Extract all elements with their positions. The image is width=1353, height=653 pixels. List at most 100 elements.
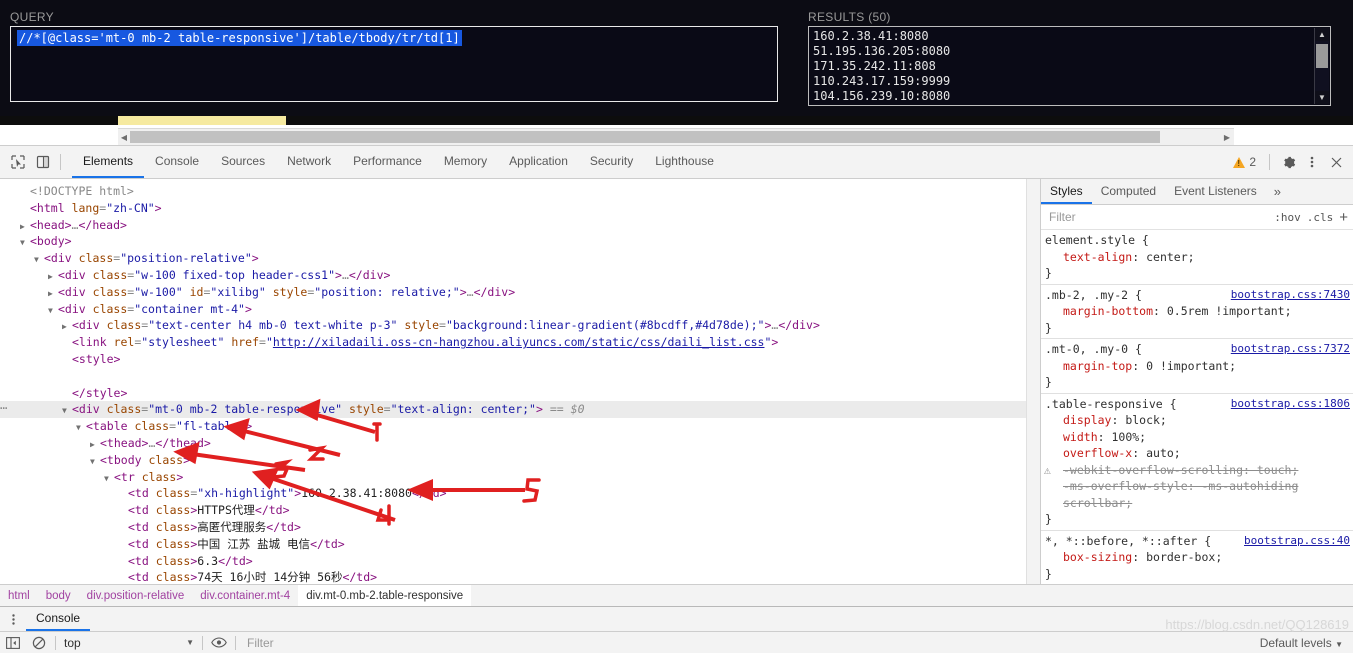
css-declaration[interactable]: width: 100%; — [1045, 429, 1353, 446]
css-source-link[interactable]: bootstrap.css:40 — [1244, 533, 1350, 550]
tab-console[interactable]: Console — [144, 146, 210, 178]
gear-icon[interactable] — [1277, 150, 1299, 174]
tab-network[interactable]: Network — [276, 146, 342, 178]
node-badge[interactable]: ⋯ — [0, 400, 8, 417]
dom-node[interactable]: <td class>6.3</td> — [0, 553, 1026, 570]
dom-node[interactable]: <thead>…</thead> — [0, 435, 1026, 452]
dom-node-selected[interactable]: ⋯<div class="mt-0 mb-2 table-responsive"… — [0, 401, 1026, 418]
dom-node[interactable]: <table class="fl-table"> — [0, 418, 1026, 435]
css-selector[interactable]: .mt-0, .my-0 { — [1045, 342, 1142, 356]
warning-count-chip[interactable]: 2 — [1227, 155, 1262, 169]
css-selector[interactable]: *, *::before, *::after { — [1045, 534, 1211, 548]
scroll-left-icon[interactable]: ◀ — [118, 129, 130, 145]
tab-security[interactable]: Security — [579, 146, 644, 178]
dom-node[interactable]: <tbody class> — [0, 452, 1026, 469]
dom-node[interactable]: <div class="position-relative"> — [0, 250, 1026, 267]
chevron-double-right-icon[interactable]: » — [1266, 179, 1289, 204]
breadcrumb-item-2[interactable]: div.position-relative — [79, 585, 193, 606]
css-declaration[interactable]: ⚠-webkit-overflow-scrolling: touch; — [1045, 462, 1353, 479]
css-declaration[interactable]: -ms-overflow-style: -ms-autohiding scrol… — [1045, 478, 1353, 511]
panel-splitter[interactable] — [1026, 179, 1041, 584]
tab-styles[interactable]: Styles — [1041, 179, 1092, 204]
dom-node[interactable]: <td class>高匿代理服务</td> — [0, 519, 1026, 536]
results-scrollbar-thumb[interactable] — [1316, 44, 1328, 68]
results-scrollbar[interactable]: ▲ ▼ — [1314, 28, 1329, 104]
css-rule[interactable]: .mt-0, .my-0 { bootstrap.css:7372margin-t… — [1041, 339, 1353, 394]
dom-node[interactable]: <!DOCTYPE html> — [0, 183, 1026, 200]
scroll-right-icon[interactable]: ▶ — [1220, 129, 1234, 145]
kebab-menu-icon[interactable] — [1301, 150, 1323, 174]
chevron-down-icon: ▼ — [186, 638, 194, 647]
dom-node[interactable]: <td class="xh-highlight">160.2.38.41:808… — [0, 485, 1026, 502]
dom-node[interactable]: <style> — [0, 351, 1026, 368]
breadcrumb-item-1[interactable]: body — [38, 585, 79, 606]
dom-node[interactable]: <html lang="zh-CN"> — [0, 200, 1026, 217]
dom-node[interactable]: <div class="w-100" id="xilibg" style="po… — [0, 284, 1026, 301]
tab-lighthouse[interactable]: Lighthouse — [644, 146, 725, 178]
breadcrumb: htmlbodydiv.position-relativediv.contain… — [0, 584, 1353, 606]
styles-filter-input[interactable] — [1047, 209, 1268, 225]
console-context-selector[interactable]: top ▼ — [59, 632, 199, 653]
results-list[interactable]: 160.2.38.41:8080 51.195.136.205:8080 171… — [808, 26, 1331, 106]
query-input[interactable]: //*[@class='mt-0 mb-2 table-responsive']… — [10, 26, 778, 102]
tab-application[interactable]: Application — [498, 146, 579, 178]
dom-node[interactable]: <head>…</head> — [0, 217, 1026, 234]
css-rule[interactable]: .mb-2, .my-2 { bootstrap.css:7430margin-b… — [1041, 285, 1353, 340]
breadcrumb-item-4[interactable]: div.mt-0.mb-2.table-responsive — [298, 585, 471, 606]
clear-console-icon[interactable] — [26, 632, 52, 653]
dom-node[interactable]: <div class="text-center h4 mb-0 text-whi… — [0, 317, 1026, 334]
css-declaration[interactable]: text-align: center; — [1045, 249, 1353, 266]
inspect-element-icon[interactable] — [9, 153, 27, 171]
tab-elements[interactable]: Elements — [72, 146, 144, 178]
dom-node[interactable]: <body> — [0, 233, 1026, 250]
breadcrumb-item-0[interactable]: html — [0, 585, 38, 606]
dom-node[interactable] — [0, 368, 1026, 385]
dom-node[interactable]: <div class="w-100 fixed-top header-css1"… — [0, 267, 1026, 284]
drawer-tab-console[interactable]: Console — [26, 607, 90, 631]
dom-node[interactable]: <td class>HTTPS代理</td> — [0, 502, 1026, 519]
css-declaration[interactable]: margin-bottom: 0.5rem !important; — [1045, 303, 1353, 320]
css-rule[interactable]: element.style {text-align: center;} — [1041, 230, 1353, 285]
console-levels-selector[interactable]: Default levels ▼ — [1260, 636, 1353, 650]
console-sidebar-icon[interactable] — [0, 632, 26, 653]
css-declaration[interactable]: margin-top: 0 !important; — [1045, 358, 1353, 375]
tab-memory[interactable]: Memory — [433, 146, 498, 178]
css-rule[interactable]: *, *::before, *::after { bootstrap.css:40… — [1041, 531, 1353, 585]
close-icon[interactable] — [1325, 150, 1347, 174]
new-style-rule-button[interactable]: + — [1339, 210, 1348, 225]
css-selector[interactable]: .mb-2, .my-2 { — [1045, 288, 1142, 302]
dom-node[interactable]: <td class>74天 16小时 14分钟 56秒</td> — [0, 569, 1026, 584]
dom-node[interactable]: <div class="container mt-4"> — [0, 301, 1026, 318]
css-rule[interactable]: .table-responsive { bootstrap.css:1806dis… — [1041, 394, 1353, 531]
scroll-up-icon[interactable]: ▲ — [1315, 28, 1329, 41]
tab-computed[interactable]: Computed — [1092, 179, 1165, 204]
css-declaration[interactable]: overflow-x: auto; — [1045, 445, 1353, 462]
drawer-kebab-menu-icon[interactable] — [0, 607, 26, 631]
scroll-down-icon[interactable]: ▼ — [1315, 91, 1329, 104]
css-source-link[interactable]: bootstrap.css:7430 — [1231, 287, 1350, 304]
tab-event-listeners[interactable]: Event Listeners — [1165, 179, 1266, 204]
cls-toggle[interactable]: .cls — [1307, 211, 1334, 224]
tab-performance[interactable]: Performance — [342, 146, 433, 178]
css-selector[interactable]: element.style { — [1045, 233, 1149, 247]
tab-sources[interactable]: Sources — [210, 146, 276, 178]
page-horizontal-scrollbar[interactable]: ◀ ▶ — [118, 128, 1234, 145]
device-toolbar-icon[interactable] — [34, 153, 52, 171]
dom-node[interactable]: <tr class> — [0, 469, 1026, 486]
dom-node[interactable]: </style> — [0, 385, 1026, 402]
console-filter-input[interactable]: Filter — [239, 636, 1260, 650]
css-selector[interactable]: .table-responsive { — [1045, 397, 1177, 411]
css-declaration[interactable]: display: block; — [1045, 412, 1353, 429]
dom-tree[interactable]: <!DOCTYPE html><html lang="zh-CN"><head>… — [0, 179, 1026, 584]
results-ul: 160.2.38.41:8080 51.195.136.205:8080 171… — [809, 27, 1330, 104]
css-source-link[interactable]: bootstrap.css:7372 — [1231, 341, 1350, 358]
dom-node[interactable]: <link rel="stylesheet" href="http://xila… — [0, 334, 1026, 351]
query-text[interactable]: //*[@class='mt-0 mb-2 table-responsive']… — [17, 30, 462, 46]
css-source-link[interactable]: bootstrap.css:1806 — [1231, 396, 1350, 413]
breadcrumb-item-3[interactable]: div.container.mt-4 — [192, 585, 298, 606]
live-expression-icon[interactable] — [206, 632, 232, 653]
scrollbar-thumb[interactable] — [130, 131, 1160, 143]
dom-node[interactable]: <td class>中国 江苏 盐城 电信</td> — [0, 536, 1026, 553]
css-declaration[interactable]: box-sizing: border-box; — [1045, 549, 1353, 566]
hov-toggle[interactable]: :hov — [1274, 211, 1301, 224]
